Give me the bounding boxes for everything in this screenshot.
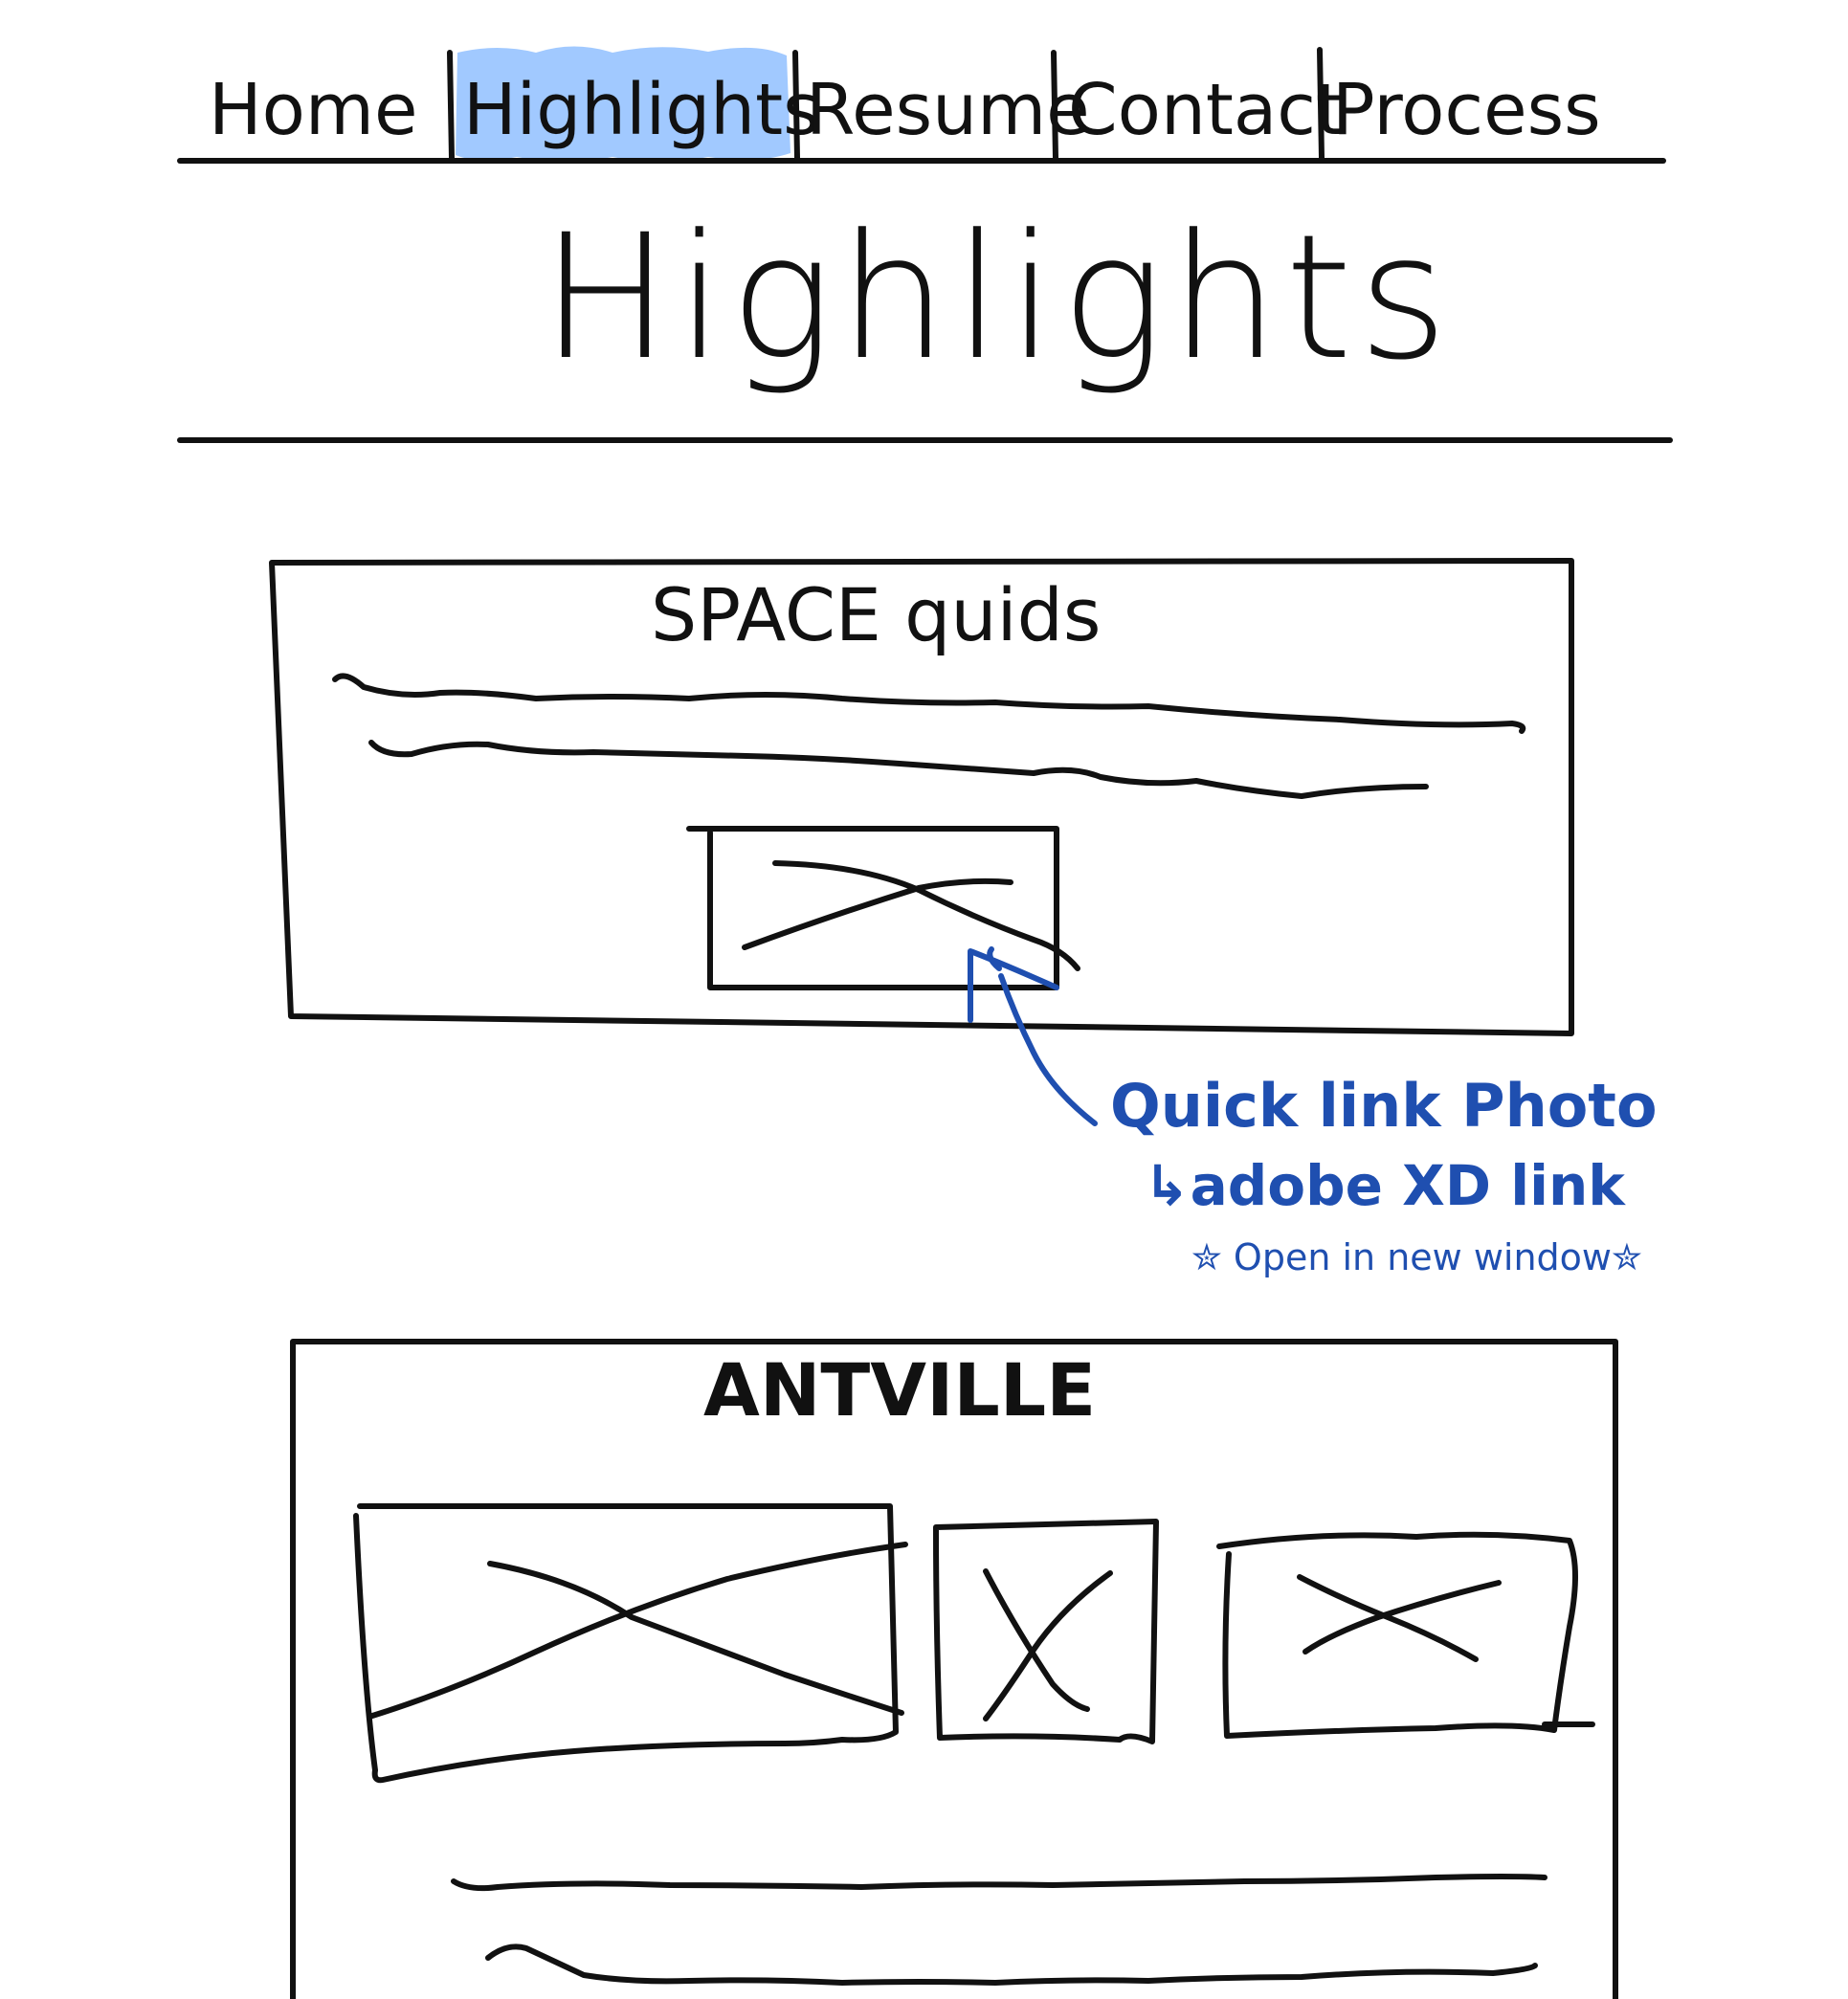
card-spacequids-text-line [368,740,1429,799]
nav-item-process[interactable]: Process [1332,75,1601,145]
curved-arrow-icon [968,946,1098,1126]
nav-item-highlights[interactable]: Highlights [463,75,820,145]
nav-separator [447,50,455,161]
card-spacequids-image-placeholder [686,826,1080,990]
card-spacequids-text-line [332,673,1526,734]
card-antville-text-line [485,1943,1538,1986]
card-antville-image-placeholder-large [353,1503,908,1784]
card-antville-image-placeholder-medium [1216,1531,1595,1739]
nav-item-contact[interactable]: Contact [1068,75,1344,145]
card-antville-text-line [451,1874,1547,1892]
card-antville-title[interactable]: ANTVILLE [703,1354,1096,1427]
annotation-line-3: ✮ Open in new window✮ [1191,1236,1642,1278]
card-antville-image-placeholder-small [933,1519,1159,1744]
annotation-line-1: Quick link Photo [1110,1071,1658,1141]
page-title: Highlights [541,198,1454,398]
nav-item-home[interactable]: Home [209,75,418,145]
card-spacequids-title[interactable]: SPACE quids [651,579,1101,652]
annotation-line-2: ↳adobe XD link [1144,1153,1625,1218]
nav-item-resume[interactable]: Resume [806,75,1090,145]
